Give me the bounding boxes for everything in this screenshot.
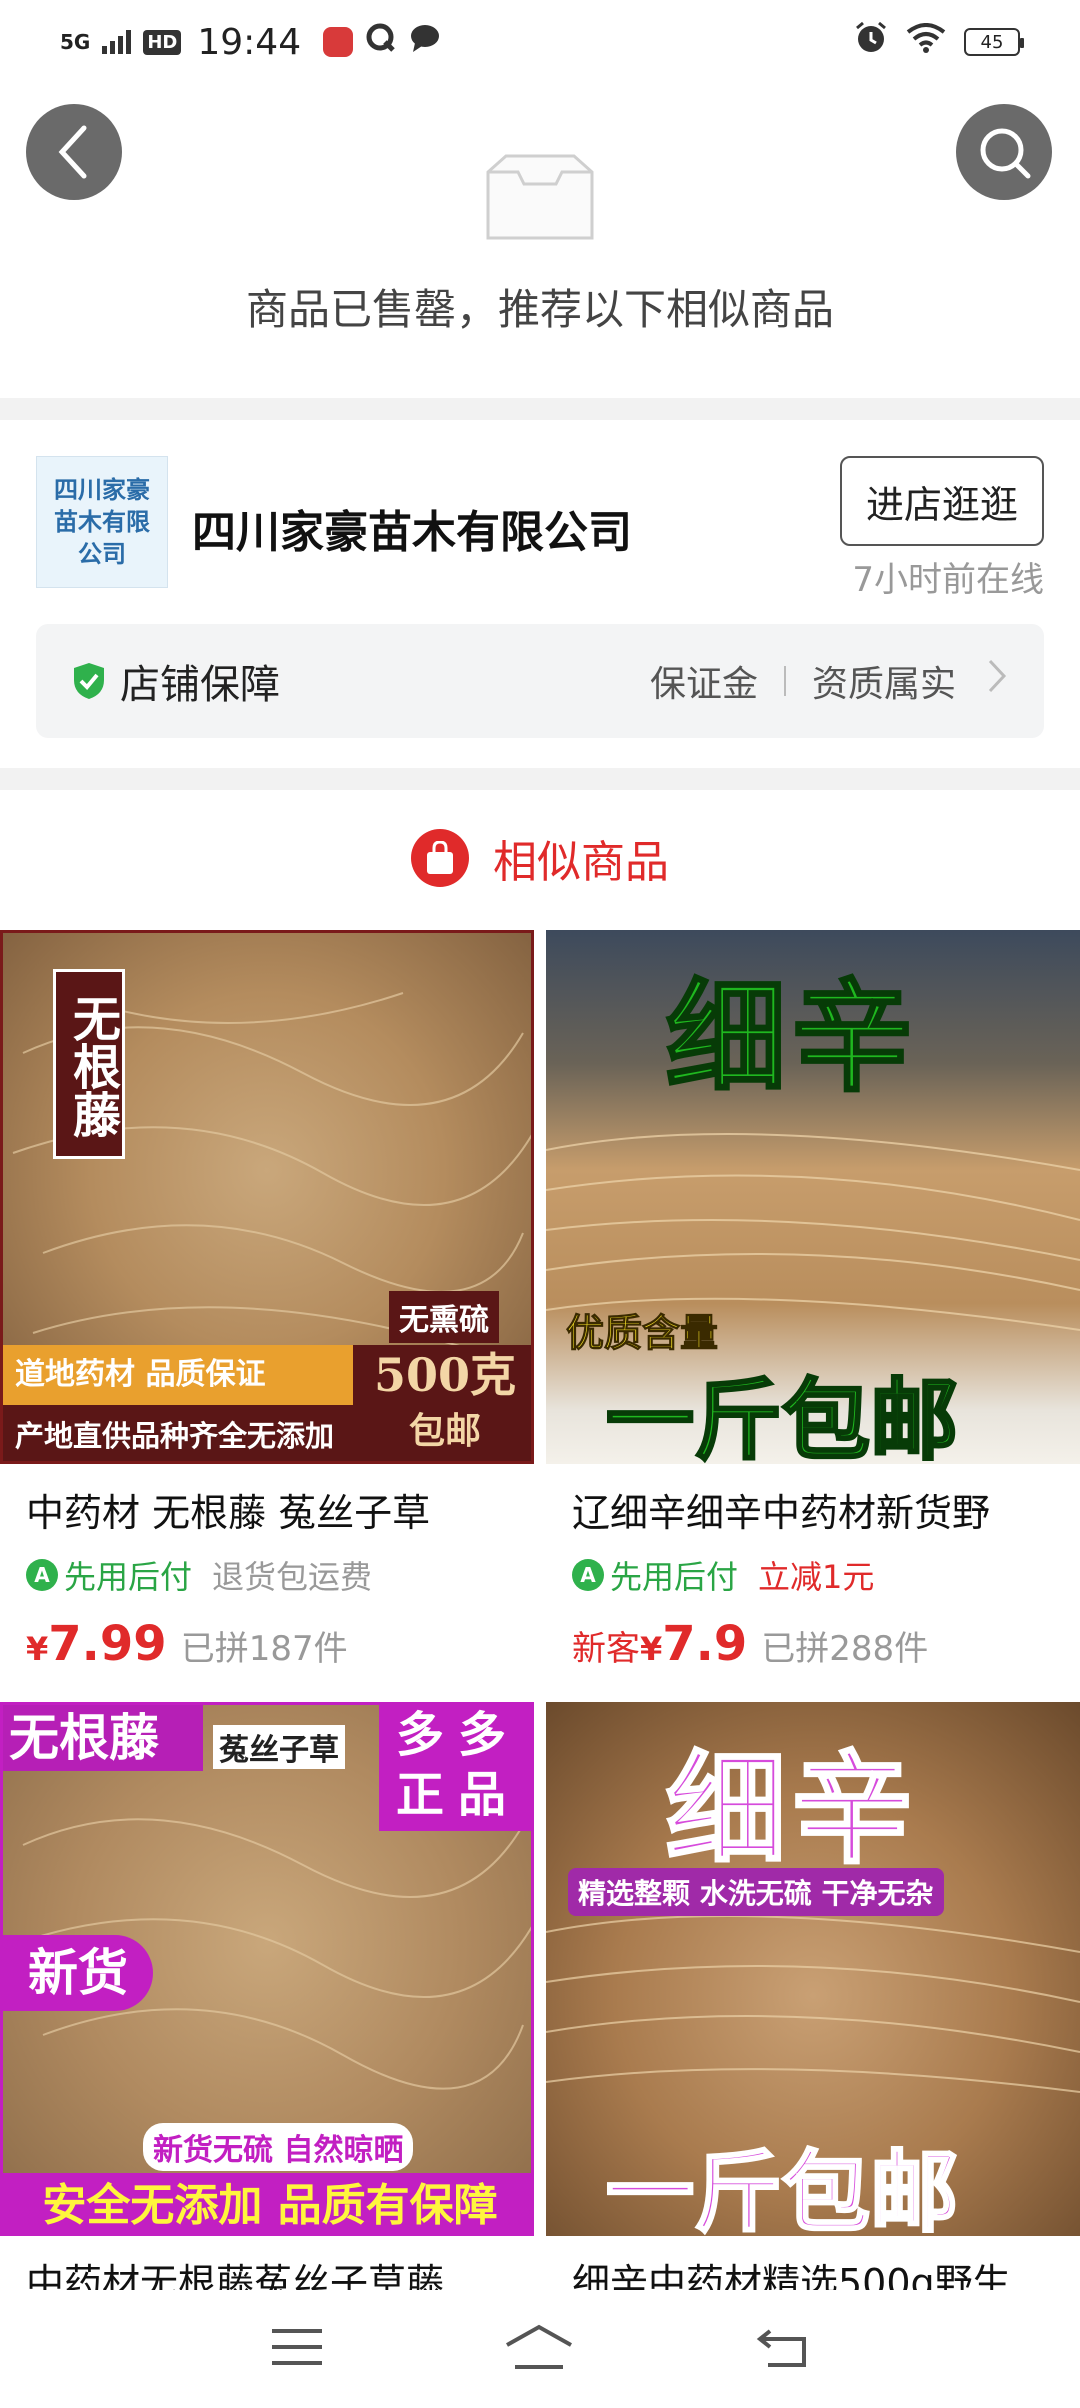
hd-icon: HD (143, 29, 182, 55)
status-left: 5G HD 19:44 (60, 22, 441, 63)
product-image[interactable]: 细辛 优质含量 一斤包邮 (546, 930, 1080, 1464)
currency-symbol: ¥ (26, 1630, 49, 1668)
image-footer: 产地直供品种齐全无添加 (3, 1405, 353, 1461)
guarantee-items: 保证金 资质属实 (650, 655, 1008, 707)
product-title[interactable]: 中药材无根藤菟丝子草藤 (26, 2252, 526, 2290)
shop-guarantee-bar[interactable]: 店铺保障 保证金 资质属实 (36, 624, 1044, 738)
image-tag: 优质含量 (565, 1310, 719, 1356)
product-card[interactable]: 细辛 优质含量 一斤包邮 辽细辛细辛中药材新货野 A 先用后付 立减1元 新客 … (546, 930, 1080, 1692)
network-type: 5G (60, 30, 91, 54)
image-authentic: 正品 (395, 1767, 520, 1823)
product-price: 7.99 (48, 1616, 167, 1672)
chevron-right-icon (986, 657, 1008, 705)
image-badge: 无根藤 (53, 969, 125, 1159)
sold-count: 已拼288件 (761, 1629, 929, 1669)
image-tag: 新货 (3, 1935, 153, 2011)
online-status: 7小时前在线 (852, 560, 1044, 600)
pay-later-icon: A (572, 1559, 604, 1591)
guarantee-divider (783, 666, 786, 696)
back-button[interactable] (26, 104, 122, 200)
wifi-icon (906, 22, 946, 62)
image-weight: 500克 (373, 1348, 517, 1402)
image-banner: 一斤包邮 (604, 1367, 959, 1465)
search-button[interactable] (956, 104, 1052, 200)
empty-box-icon (486, 154, 594, 240)
message-icon (409, 22, 441, 62)
product-card[interactable]: 细辛 精选整颗 水洗无硫 干净无杂 一斤包邮 细辛中药材精选500g野生 (546, 1702, 1080, 2290)
shop-logo[interactable]: 四川家豪苗木有限公司 (36, 456, 168, 588)
clock: 19:44 (197, 21, 302, 63)
product-card[interactable]: 无根藤 无熏硫 道地药材 品质保证 500克 包邮 产地直供品种齐全无添加 中药… (0, 930, 534, 1692)
image-footer: 安全无添加 品质有保障 (3, 2173, 531, 2233)
product-title[interactable]: 中药材 无根藤 菟丝子草 (26, 1482, 526, 1537)
new-customer-label: 新客 (572, 1629, 640, 1669)
divider (0, 398, 1080, 420)
alarm-icon (854, 21, 888, 64)
product-tags: A 先用后付 立减1元 (572, 1552, 874, 1598)
product-price-row: ¥ 7.99 已拼187件 (26, 1616, 348, 1672)
product-image[interactable]: 细辛 精选整颗 水洗无硫 干净无杂 一斤包邮 (546, 1702, 1080, 2236)
battery-indicator: 45 (964, 28, 1024, 56)
image-price-box: 500克 包邮 (353, 1345, 531, 1461)
menu-icon[interactable] (270, 2325, 324, 2373)
product-tags: A 先用后付 退货包运费 (26, 1552, 372, 1598)
q-notification-icon (365, 22, 397, 63)
signal-icon (102, 30, 132, 54)
image-headline: 细辛 (665, 966, 918, 1110)
image-tag: 精选整颗 水洗无硫 干净无杂 (568, 1868, 944, 1916)
image-tag: 无熏硫 (389, 1291, 499, 1343)
chevron-left-icon (58, 125, 87, 179)
shield-check-icon (74, 663, 104, 699)
back-nav-icon[interactable] (754, 2325, 810, 2373)
guarantee-deposit: 保证金 (649, 664, 758, 705)
product-title[interactable]: 辽细辛细辛中药材新货野 (572, 1482, 1072, 1537)
image-quality-box: 多多 正品 (379, 1705, 531, 1831)
image-duo: 多多 (395, 1707, 520, 1763)
guarantee-qualification: 资质属实 (811, 664, 956, 705)
pay-later-label: 先用后付 (610, 1558, 739, 1596)
product-card[interactable]: 无根藤 菟丝子草 多多 正品 新货 新货无硫 自然晾晒 安全无添加 品质有保障 … (0, 1702, 534, 2290)
product-title[interactable]: 细辛中药材精选500g野生 (572, 2252, 1072, 2290)
pay-later-label: 先用后付 (64, 1558, 193, 1596)
similar-header: 相似商品 (0, 810, 1080, 906)
product-price-row: 新客 ¥ 7.9 已拼288件 (572, 1616, 928, 1672)
image-headline: 无根藤 (3, 1705, 203, 1771)
shopping-bag-icon (411, 829, 469, 887)
system-nav-bar (0, 2290, 1080, 2408)
app-notification-icon (323, 27, 354, 57)
image-banner: 一斤包邮 (604, 2139, 959, 2237)
sold-count: 已拼187件 (180, 1629, 348, 1669)
visit-shop-button[interactable]: 进店逛逛 (840, 456, 1044, 546)
soldout-message: 商品已售罄，推荐以下相似商品 (245, 285, 834, 334)
status-right: 45 (854, 21, 1024, 64)
guarantee-label: 店铺保障 (120, 662, 280, 708)
image-subtitle: 菟丝子草 (213, 1725, 345, 1769)
extra-tag: 退货包运费 (212, 1558, 373, 1596)
search-icon (980, 128, 1031, 179)
pay-later-icon: A (26, 1559, 58, 1591)
product-image[interactable]: 无根藤 无熏硫 道地药材 品质保证 500克 包邮 产地直供品种齐全无添加 (0, 930, 534, 1464)
product-image[interactable]: 无根藤 菟丝子草 多多 正品 新货 新货无硫 自然晾晒 安全无添加 品质有保障 (0, 1702, 534, 2236)
image-shipping: 包邮 (408, 1410, 481, 1452)
image-headline: 细辛 (665, 1738, 918, 1882)
product-price: 7.9 (662, 1616, 748, 1672)
shop-name[interactable]: 四川家豪苗木有限公司 (192, 496, 632, 560)
divider (0, 768, 1080, 790)
home-icon[interactable] (503, 2323, 575, 2375)
similar-title: 相似商品 (493, 837, 669, 888)
discount-tag: 立减1元 (758, 1558, 875, 1596)
image-caption: 新货无硫 自然晾晒 (143, 2123, 414, 2171)
currency-symbol: ¥ (640, 1630, 663, 1668)
image-banner: 道地药材 品质保证 (3, 1345, 353, 1405)
status-bar: 5G HD 19:44 45 (0, 0, 1080, 84)
